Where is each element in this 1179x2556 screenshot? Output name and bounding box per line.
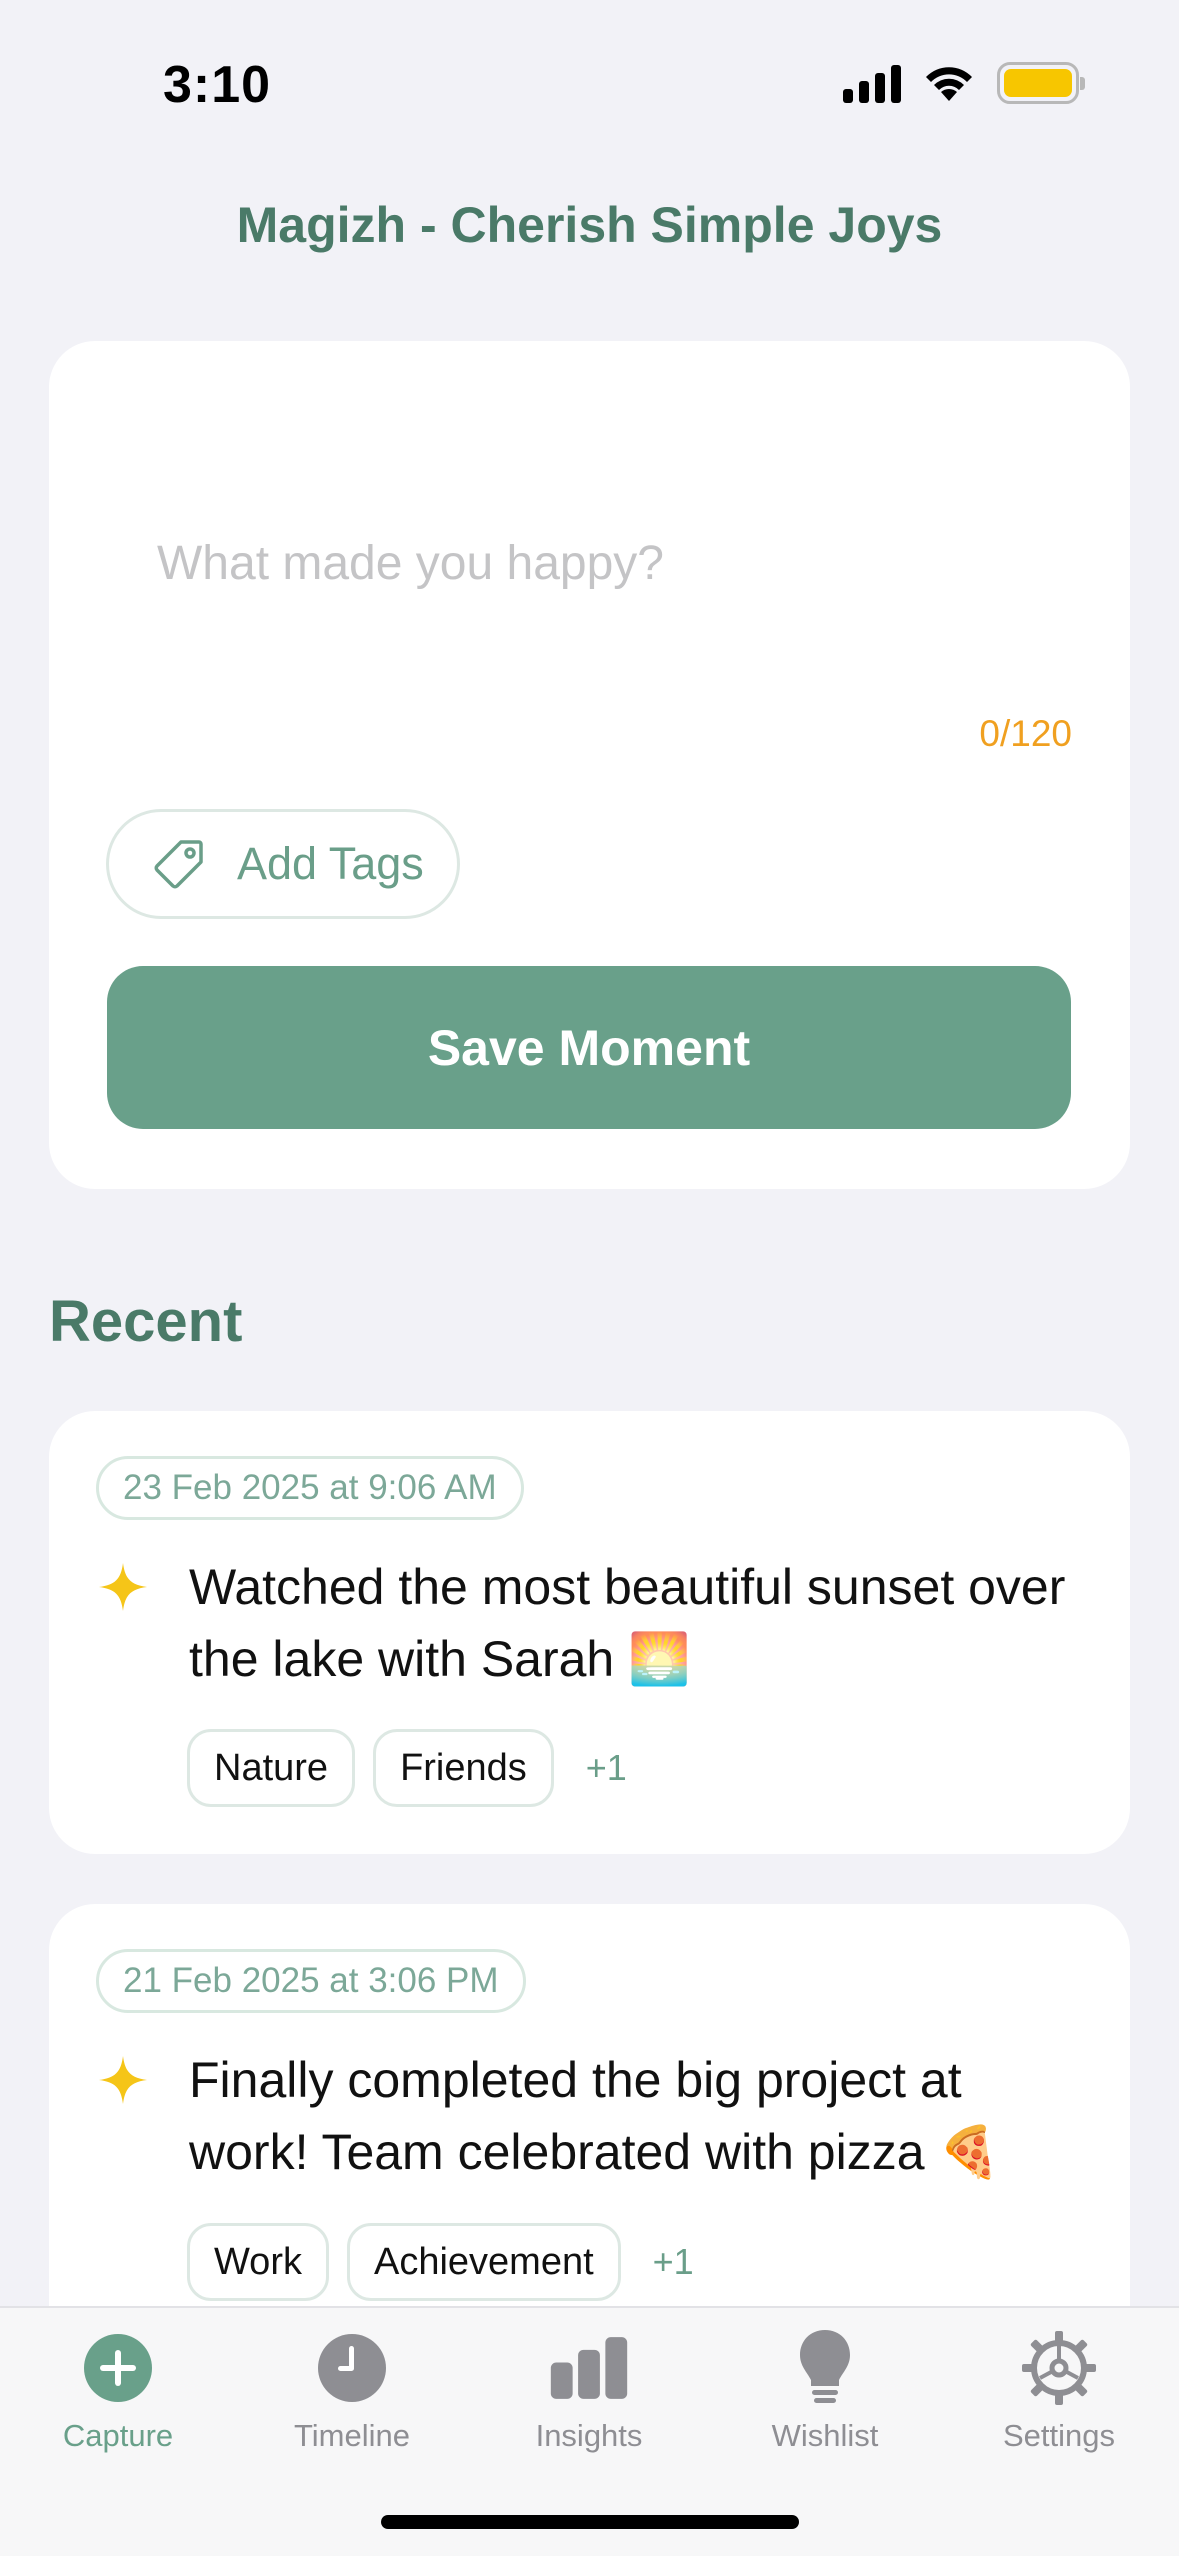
add-tags-button[interactable]: Add Tags — [106, 809, 460, 919]
moment-card[interactable]: 23 Feb 2025 at 9:06 AM Watched the most … — [49, 1411, 1130, 1854]
tab-timeline[interactable]: Timeline — [234, 2328, 470, 2454]
sparkle-icon — [99, 1563, 147, 1611]
tab-capture[interactable]: Capture — [0, 2328, 236, 2454]
tab-label: Capture — [62, 2418, 174, 2453]
tag-chip[interactable]: Friends — [373, 1729, 554, 1807]
sparkle-icon — [99, 2056, 147, 2104]
tab-settings[interactable]: Settings — [941, 2328, 1177, 2454]
lightbulb-icon — [785, 2328, 865, 2408]
home-indicator[interactable] — [381, 2515, 799, 2529]
tag-row: Nature Friends +1 — [187, 1729, 627, 1807]
app-title: Magizh - Cherish Simple Joys — [236, 197, 943, 253]
status-time: 3:10 — [163, 56, 272, 114]
date-badge: 21 Feb 2025 at 3:06 PM — [96, 1949, 526, 2013]
status-bar: 3:10 — [0, 0, 1179, 170]
battery-level — [1004, 69, 1072, 97]
more-tags-count: +1 — [585, 1747, 627, 1788]
tag-chip[interactable]: Achievement — [346, 2223, 621, 2301]
plus-circle-icon — [78, 2328, 158, 2408]
date-badge: 23 Feb 2025 at 9:06 AM — [96, 1456, 524, 1520]
tab-label: Settings — [1002, 2418, 1115, 2453]
moment-text: Watched the most beautiful sunset over t… — [189, 1559, 1066, 1687]
tag-chip[interactable]: Nature — [187, 1729, 356, 1807]
tab-insights[interactable]: Insights — [471, 2328, 707, 2454]
gear-icon — [1019, 2328, 1099, 2408]
recent-heading: Recent — [49, 1289, 243, 1354]
bar-chart-icon — [549, 2328, 629, 2408]
tag-icon — [154, 840, 203, 889]
tab-label: Wishlist — [771, 2418, 879, 2453]
clock-icon — [312, 2328, 392, 2408]
tag-chip[interactable]: Work — [187, 2223, 329, 2301]
tab-label: Insights — [535, 2418, 643, 2453]
character-counter: 0/120 — [979, 713, 1072, 754]
tab-wishlist[interactable]: Wishlist — [707, 2328, 943, 2454]
tag-row: Work Achievement +1 — [187, 2223, 694, 2301]
tab-bar: Capture Timeline Insights Wishlist Setti… — [0, 2306, 1179, 2556]
wifi-icon — [926, 67, 972, 101]
battery-icon — [997, 62, 1085, 104]
tab-label: Timeline — [294, 2418, 410, 2453]
capture-card: 0/120 Add Tags Save Moment — [49, 341, 1130, 1189]
cellular-signal-icon — [843, 63, 901, 103]
add-tags-label: Add Tags — [237, 838, 424, 889]
moment-text: Finally completed the big project at wor… — [189, 2052, 1001, 2180]
more-tags-count: +1 — [652, 2241, 694, 2282]
save-moment-button[interactable]: Save Moment — [107, 966, 1071, 1129]
status-icons — [843, 62, 1085, 104]
moment-input[interactable] — [157, 513, 1017, 613]
